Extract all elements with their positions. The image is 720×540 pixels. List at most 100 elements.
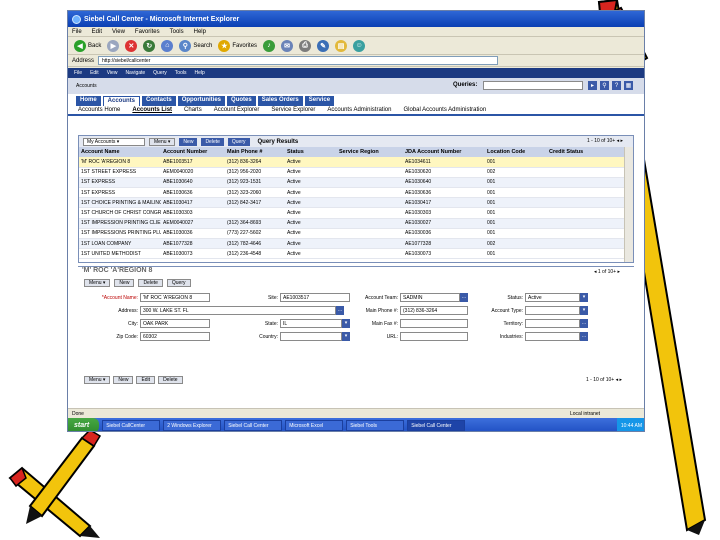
- list-delete-button[interactable]: Delete: [201, 137, 224, 146]
- column-account-name[interactable]: Account Name: [79, 147, 161, 157]
- taskbar-item[interactable]: Microsoft Excel: [285, 420, 344, 431]
- list-scrollbar[interactable]: [624, 147, 633, 262]
- tab-sales-orders[interactable]: Sales Orders: [257, 96, 303, 106]
- taskbar-item[interactable]: Siebel Call Center: [224, 420, 283, 431]
- account-team-picker-icon[interactable]: …: [460, 293, 468, 302]
- bottom-edit-button[interactable]: Edit: [136, 376, 156, 384]
- city-field[interactable]: OAK PARK: [140, 319, 210, 328]
- territory-field[interactable]: [525, 319, 580, 328]
- link-global-accounts-administration[interactable]: Global Accounts Administration: [403, 107, 486, 113]
- bottom-menu-button[interactable]: Menu ▾: [84, 376, 111, 384]
- taskbar-item[interactable]: Siebel CallCenter: [102, 420, 161, 431]
- address-field[interactable]: 300 W. LAKE ST. FL: [140, 306, 336, 315]
- status-field[interactable]: Active: [525, 293, 580, 302]
- territory-picker-icon[interactable]: …: [580, 319, 588, 328]
- table-row[interactable]: 1ST IMPRESSIONS PRINTING PLUS ABE1030036(…: [79, 228, 625, 240]
- account-team-field[interactable]: SADMIN: [400, 293, 460, 302]
- account-type-dropdown-icon[interactable]: ▾: [580, 306, 588, 315]
- table-row[interactable]: 1ST STREET EXPRESS AEM0040020 (312) 956-20…: [79, 167, 625, 178]
- form-new-button[interactable]: New: [114, 279, 135, 287]
- siebel-menu-help[interactable]: Help: [194, 70, 204, 76]
- list-query-button[interactable]: Query: [227, 137, 250, 146]
- menu-file[interactable]: File: [72, 29, 82, 35]
- link-charts[interactable]: Charts: [184, 107, 202, 113]
- home-icon[interactable]: ⌂: [161, 39, 174, 52]
- table-row[interactable]: 1ST CHURCH OF CHRIST CONGREGATIONALABE10…: [79, 207, 625, 219]
- industries-picker-icon[interactable]: …: [580, 332, 588, 341]
- back-button[interactable]: ◀ Back: [74, 39, 101, 52]
- list-new-button[interactable]: New: [179, 137, 198, 146]
- table-row[interactable]: 'M' ROC 'A'REGION 8 ABE1003517 (312) 836-3…: [79, 157, 625, 168]
- mail-icon[interactable]: ✉: [281, 39, 294, 52]
- siebel-menu-edit[interactable]: Edit: [90, 70, 99, 76]
- menu-favorites[interactable]: Favorites: [135, 29, 160, 35]
- menu-view[interactable]: View: [112, 29, 125, 35]
- tab-accounts[interactable]: Accounts: [102, 96, 141, 106]
- tab-quotes[interactable]: Quotes: [227, 96, 256, 106]
- form-query-button[interactable]: Query: [166, 279, 191, 287]
- main-fax-field[interactable]: [400, 319, 468, 328]
- site-map-icon[interactable]: ▦: [624, 81, 633, 90]
- visibility-dropdown[interactable]: My Accounts ▾: [83, 137, 145, 146]
- menu-edit[interactable]: Edit: [92, 29, 102, 35]
- media-icon[interactable]: ♪: [263, 39, 276, 52]
- queries-dropdown[interactable]: [483, 81, 583, 90]
- table-row[interactable]: 1ST EXPRESS ABE1030640 (312) 923-1531 Activ…: [79, 177, 625, 189]
- tab-contacts[interactable]: Contacts: [142, 96, 176, 106]
- messenger-icon[interactable]: ☺: [353, 39, 366, 52]
- column-credit-status[interactable]: Credit Status: [547, 147, 625, 157]
- edit-icon[interactable]: ✎: [317, 39, 330, 52]
- status-dropdown-icon[interactable]: ▾: [580, 293, 588, 302]
- siebel-menu-navigate[interactable]: Navigate: [125, 70, 145, 76]
- country-field[interactable]: [280, 332, 342, 341]
- industries-field[interactable]: [525, 332, 580, 341]
- menu-tools[interactable]: Tools: [170, 29, 184, 35]
- taskbar-item[interactable]: Siebel Call Center: [407, 420, 466, 431]
- table-row[interactable]: 1ST EXPRESS ABE1030636 (312) 323-2060 Activ…: [79, 187, 625, 199]
- zip-code-field[interactable]: 60302: [140, 332, 210, 341]
- column-jda-account-number[interactable]: JDA Account Number: [403, 147, 485, 157]
- address-picker-icon[interactable]: …: [336, 306, 344, 315]
- siebel-menu-tools[interactable]: Tools: [175, 70, 187, 76]
- site-field[interactable]: AE1003517: [280, 293, 350, 302]
- link-accounts-administration[interactable]: Accounts Administration: [327, 107, 391, 113]
- forward-arrow-icon[interactable]: ▶: [107, 39, 120, 52]
- bottom-pager[interactable]: 1 - 10 of 10+ ◂ ▸: [586, 377, 622, 383]
- favorites-button[interactable]: ★ Favorites: [218, 39, 257, 52]
- tab-home[interactable]: Home: [76, 96, 101, 106]
- form-delete-button[interactable]: Delete: [138, 279, 163, 287]
- list-pager[interactable]: 1 - 10 of 10+ ◂ ▸: [587, 138, 623, 144]
- table-row[interactable]: 1ST IMPRESSION PRINTING CLIENT AEM0040027…: [79, 218, 625, 229]
- form-menu-button[interactable]: Menu ▾: [84, 279, 111, 287]
- table-row[interactable]: 1ST CHOICE PRINTING & MAILING INCABE1030…: [79, 197, 625, 209]
- tab-opportunities[interactable]: Opportunities: [177, 96, 226, 106]
- form-pager[interactable]: ◂ 1 of 10+ ▸: [594, 269, 620, 275]
- help-icon[interactable]: ?: [612, 81, 621, 90]
- column-service-region[interactable]: Service Region: [337, 147, 403, 157]
- search-go-icon[interactable]: ▸: [588, 81, 597, 90]
- taskbar-item[interactable]: 2 Windows Explorer: [163, 420, 222, 431]
- print-icon[interactable]: ⎙: [299, 39, 312, 52]
- stop-icon[interactable]: ✕: [125, 39, 138, 52]
- search-icon[interactable]: ⚲: [600, 81, 609, 90]
- url-field[interactable]: [400, 332, 468, 341]
- link-accounts-list[interactable]: Accounts List: [132, 107, 172, 113]
- column-main-phone[interactable]: Main Phone #: [225, 147, 285, 157]
- column-location-code[interactable]: Location Code: [485, 147, 547, 157]
- column-status[interactable]: Status: [285, 147, 337, 157]
- main-phone-field[interactable]: (312) 836-3264: [400, 306, 468, 315]
- list-menu-button[interactable]: Menu ▾: [149, 137, 176, 146]
- taskbar-item[interactable]: Siebel Tools: [346, 420, 405, 431]
- link-accounts-home[interactable]: Accounts Home: [78, 107, 120, 113]
- siebel-menu-file[interactable]: File: [74, 70, 82, 76]
- state-field[interactable]: IL: [280, 319, 342, 328]
- search-button[interactable]: ⚲ Search: [179, 39, 212, 52]
- start-button[interactable]: start: [68, 418, 100, 431]
- account-type-field[interactable]: [525, 306, 580, 315]
- bottom-delete-button[interactable]: Delete: [158, 376, 183, 384]
- link-account-explorer[interactable]: Account Explorer: [214, 107, 260, 113]
- table-row[interactable]: 1ST UNITED METHODIST ABE1030073 (312) 236-…: [79, 248, 625, 260]
- table-row[interactable]: 1ST LOAN COMPANY ABE1077328 (312) 782-4646…: [79, 238, 625, 250]
- column-account-number[interactable]: Account Number: [161, 147, 225, 157]
- link-service-explorer[interactable]: Service Explorer: [271, 107, 315, 113]
